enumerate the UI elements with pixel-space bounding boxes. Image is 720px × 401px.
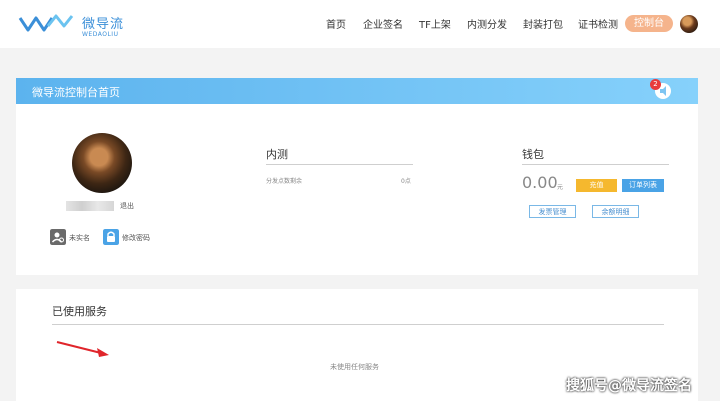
beta-remaining-value: 0点: [401, 178, 411, 185]
beta-divider: [266, 164, 413, 165]
logo-mark-icon: [18, 14, 74, 32]
balance-detail-button[interactable]: 余额明细: [592, 205, 639, 218]
brand-name-en: WEDAOLIU: [82, 31, 119, 38]
nav-enterprise-sign[interactable]: 企业签名: [363, 16, 403, 31]
brand-name: 微导流: [82, 17, 125, 32]
lock-icon: [103, 229, 119, 245]
username-blurred: [66, 201, 114, 211]
nav-home[interactable]: 首页: [326, 16, 346, 31]
beta-section-title: 内测: [266, 148, 288, 161]
beta-remaining-label: 分发点数剩余: [266, 178, 303, 185]
nav-certificate-check[interactable]: 证书检测: [578, 16, 618, 31]
realname-status-label: 未实名: [69, 234, 90, 242]
recharge-button[interactable]: 充值: [576, 179, 617, 192]
wallet-balance: 0.00: [522, 173, 558, 192]
wallet-unit: 元: [557, 184, 564, 191]
services-section-title: 已使用服务: [52, 305, 107, 318]
change-password-label: 修改密码: [122, 234, 150, 242]
nav-packaging[interactable]: 封装打包: [523, 16, 563, 31]
header-avatar[interactable]: [680, 15, 698, 33]
wallet-divider: [522, 164, 669, 165]
user-avatar[interactable]: [72, 133, 132, 193]
red-arrow-annotation: [56, 341, 109, 357]
nav-beta-distribution[interactable]: 内测分发: [467, 16, 507, 31]
console-button[interactable]: 控制台: [625, 15, 673, 32]
services-divider: [52, 324, 664, 325]
panel-header-bar: 微导流控制台首页 2: [16, 78, 698, 104]
dashboard-panel: 微导流控制台首页 2 退出 未实名 修改密码 内测 分发点数剩余 0点 钱包 0…: [16, 78, 698, 275]
brand-logo[interactable]: 微导流 WEDAOLIU: [18, 10, 128, 40]
wallet-section-title: 钱包: [522, 148, 544, 161]
invoice-management-button[interactable]: 发票管理: [529, 205, 576, 218]
logout-link[interactable]: 退出: [120, 201, 134, 211]
services-empty-text: 未使用任何服务: [330, 363, 379, 371]
user-unverified-icon: [50, 229, 66, 245]
nav-tf-listing[interactable]: TF上架: [419, 16, 451, 31]
page-title: 微导流控制台首页: [32, 86, 120, 99]
top-header: 微导流 WEDAOLIU 首页 企业签名 TF上架 内测分发 封装打包 证书检测…: [0, 0, 720, 48]
watermark-text: 搜狐号@微导流签名: [566, 378, 692, 394]
notification-badge: 2: [650, 79, 661, 90]
order-list-button[interactable]: 订单列表: [622, 179, 664, 192]
